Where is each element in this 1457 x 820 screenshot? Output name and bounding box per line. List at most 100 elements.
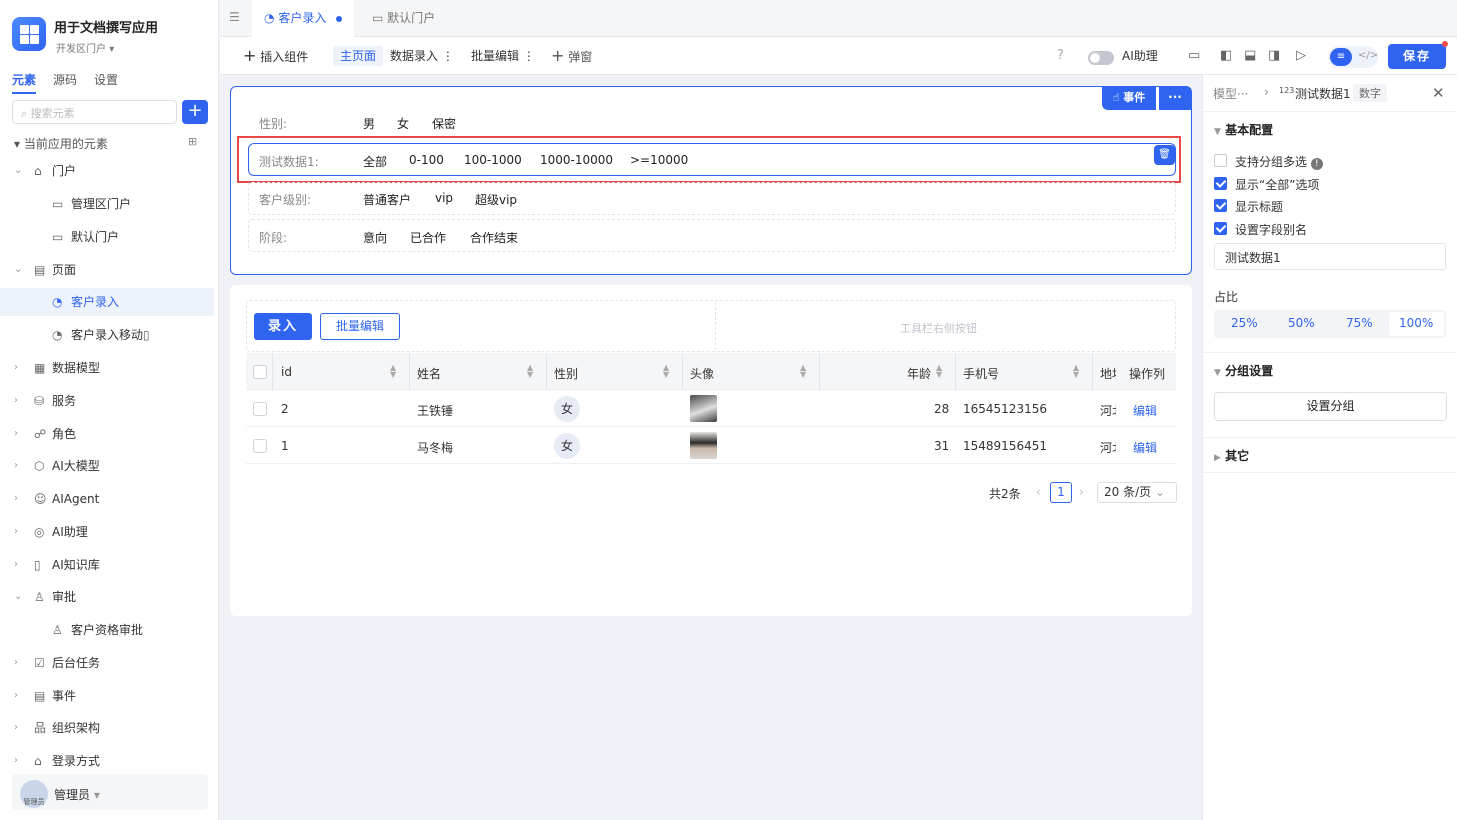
sidebar-item-pages[interactable]: ⌄ ▤ 页面 <box>0 256 214 284</box>
sidebar-item-service[interactable]: › ⛁ 服务 <box>0 387 214 415</box>
app-subtitle[interactable]: 开发区门户 ▾ <box>56 40 114 55</box>
help-icon[interactable]: ? <box>1057 48 1064 63</box>
trash-icon[interactable]: 🗑 <box>1154 145 1175 165</box>
sidebar-item-customer-entry[interactable]: ◔ 客户录入 <box>0 288 214 316</box>
ratio-option[interactable]: 100% <box>1399 316 1433 330</box>
filter-option[interactable]: 超级vip <box>475 191 517 208</box>
section-group[interactable]: ▼ 分组设置 <box>1214 362 1273 379</box>
batch-edit-button[interactable]: 批量编辑 <box>320 313 400 340</box>
sidebar-item-login[interactable]: › ⌂ 登录方式 <box>0 747 214 775</box>
avatar-photo[interactable] <box>690 395 717 422</box>
column-header[interactable]: 地址 <box>1100 365 1116 382</box>
play-icon[interactable]: ▷ <box>1296 48 1306 63</box>
tree-header[interactable]: ▾ 当前应用的元素 <box>14 135 108 152</box>
row-checkbox[interactable] <box>253 439 267 453</box>
column-header[interactable]: 手机号 <box>963 365 999 382</box>
filter-option[interactable]: 保密 <box>432 115 456 132</box>
tab-elements[interactable]: 元素 <box>12 71 37 94</box>
column-header[interactable]: 姓名 <box>417 365 441 382</box>
tab-settings[interactable]: 设置 <box>94 71 118 94</box>
filter-option[interactable]: 普通客户 <box>363 191 411 208</box>
sidebar-item-ai-assistant[interactable]: › ◎ AI助理 <box>0 518 214 546</box>
page-size-select[interactable]: 20 条/页 ⌄ <box>1097 482 1177 503</box>
avatar-photo[interactable] <box>690 432 717 459</box>
sidebar-item-ai-knowledge[interactable]: › ▯ AI知识库 <box>0 551 214 579</box>
filter-option[interactable]: 意向 <box>363 229 387 246</box>
alias-input[interactable]: 测试数据1 <box>1214 243 1446 270</box>
entry-button[interactable]: 录入 <box>254 313 312 340</box>
sidebar-item-background-task[interactable]: › ☑ 后台任务 <box>0 649 214 677</box>
show-all-checkbox[interactable] <box>1214 177 1227 190</box>
add-element-button[interactable]: + <box>182 100 208 124</box>
design-mode-icon[interactable]: ≡ <box>1330 48 1352 66</box>
tab-customer-entry[interactable]: ◔ 客户录入 <box>252 0 355 37</box>
ai-assistant-toggle[interactable] <box>1088 51 1114 65</box>
filter-option[interactable]: 男 <box>363 115 375 132</box>
add-popup-button[interactable]: + 弹窗 <box>551 46 592 67</box>
sidebar-item-data-model[interactable]: › ▦ 数据模型 <box>0 354 214 382</box>
sidebar-item-role[interactable]: › ☍ 角色 <box>0 420 214 448</box>
show-title-checkbox[interactable] <box>1214 199 1227 212</box>
set-group-button[interactable]: 设置分组 <box>1214 392 1447 421</box>
column-header[interactable]: 性别 <box>554 365 578 382</box>
sidebar-item-admin-portal[interactable]: ▭ 管理区门户 <box>0 190 214 218</box>
section-other[interactable]: ▶ 其它 <box>1214 447 1249 464</box>
sort-icon[interactable]: ▲ ▼ <box>936 364 942 379</box>
sidebar-item-customer-entry-mobile[interactable]: ◔ 客户录入移动 ▯ <box>0 321 214 349</box>
tab-main-page[interactable]: 主页面 <box>333 46 384 66</box>
sidebar-item-customer-approval[interactable]: ♙ 客户资格审批 <box>0 616 214 644</box>
sidebar-item-default-portal[interactable]: ▭ 默认门户 <box>0 223 214 251</box>
sidebar-item-org[interactable]: › 品组织架构 <box>0 714 214 742</box>
filter-option[interactable]: 已合作 <box>410 229 446 246</box>
sidebar-item-ai-model[interactable]: › ⬡ AI大模型 <box>0 452 214 480</box>
filter-option[interactable]: vip <box>435 191 453 205</box>
panel-bottom-icon[interactable]: ⬓ <box>1244 48 1256 63</box>
filter-option[interactable]: 女 <box>397 115 409 132</box>
ratio-option[interactable]: 75% <box>1346 316 1373 330</box>
sort-icon[interactable]: ▲ ▼ <box>800 364 806 379</box>
search-input[interactable]: ⌕ 搜索元素 <box>12 100 177 124</box>
field-alias-checkbox[interactable] <box>1214 222 1227 235</box>
user-name[interactable]: 管理员 ▾ <box>54 786 100 803</box>
tab-default-portal[interactable]: ▭ 默认门户 <box>360 0 447 37</box>
close-icon[interactable]: ✕ <box>1432 84 1445 102</box>
column-header[interactable]: 年龄 <box>907 365 931 382</box>
sidebar-item-portal[interactable]: ⌄ ⌂ 门户 <box>0 157 214 185</box>
layout-icon[interactable]: ▭ <box>1188 48 1200 63</box>
breadcrumb-parent[interactable]: 模型··· <box>1213 85 1248 102</box>
sidebar-item-ai-agent[interactable]: › ☺ AIAgent <box>0 485 214 513</box>
column-header[interactable]: id <box>281 365 292 379</box>
hierarchy-icon[interactable]: ⊞ <box>188 135 197 148</box>
users-icon: ☍ <box>34 427 47 441</box>
section-basic[interactable]: ▼ 基本配置 <box>1214 121 1273 138</box>
page-number[interactable]: 1 <box>1050 482 1072 503</box>
sidebar-item-event[interactable]: › ▤ 事件 <box>0 682 214 710</box>
column-header[interactable]: 头像 <box>690 365 714 382</box>
edit-link[interactable]: 编辑 <box>1133 402 1157 419</box>
panel-left-icon[interactable]: ◧ <box>1220 48 1232 63</box>
tab-data-entry[interactable]: 数据录入 ⋮ <box>390 46 454 66</box>
filter-option[interactable]: 合作结束 <box>470 229 518 246</box>
multi-select-checkbox[interactable] <box>1214 154 1227 167</box>
ratio-option[interactable]: 25% <box>1231 316 1258 330</box>
chevron-down-icon: ⌄ <box>14 264 23 275</box>
row-checkbox[interactable] <box>253 402 267 416</box>
code-mode-icon[interactable]: </> <box>1358 50 1378 61</box>
tab-batch-edit[interactable]: 批量编辑 ⋮ <box>471 46 535 66</box>
edit-link[interactable]: 编辑 <box>1133 439 1157 456</box>
sidebar-item-approval[interactable]: ⌄ ♙ 审批 <box>0 583 214 611</box>
tab-source[interactable]: 源码 <box>53 71 77 94</box>
sort-icon[interactable]: ▲ ▼ <box>390 364 396 379</box>
sort-icon[interactable]: ▲ ▼ <box>663 364 669 379</box>
next-page-icon[interactable]: › <box>1079 485 1084 499</box>
sort-icon[interactable]: ▲ ▼ <box>527 364 533 379</box>
prev-page-icon[interactable]: ‹ <box>1036 485 1041 499</box>
panel-right-icon[interactable]: ◨ <box>1268 48 1280 63</box>
collapse-sidebar-icon[interactable]: ☰ <box>229 10 240 24</box>
info-icon[interactable]: ! <box>1310 158 1323 170</box>
select-all-checkbox[interactable] <box>253 365 267 379</box>
sort-icon[interactable]: ▲ ▼ <box>1073 364 1079 379</box>
save-button[interactable]: 保存 <box>1388 44 1446 69</box>
insert-component-button[interactable]: + 插入组件 <box>243 46 308 67</box>
ratio-option[interactable]: 50% <box>1288 316 1315 330</box>
